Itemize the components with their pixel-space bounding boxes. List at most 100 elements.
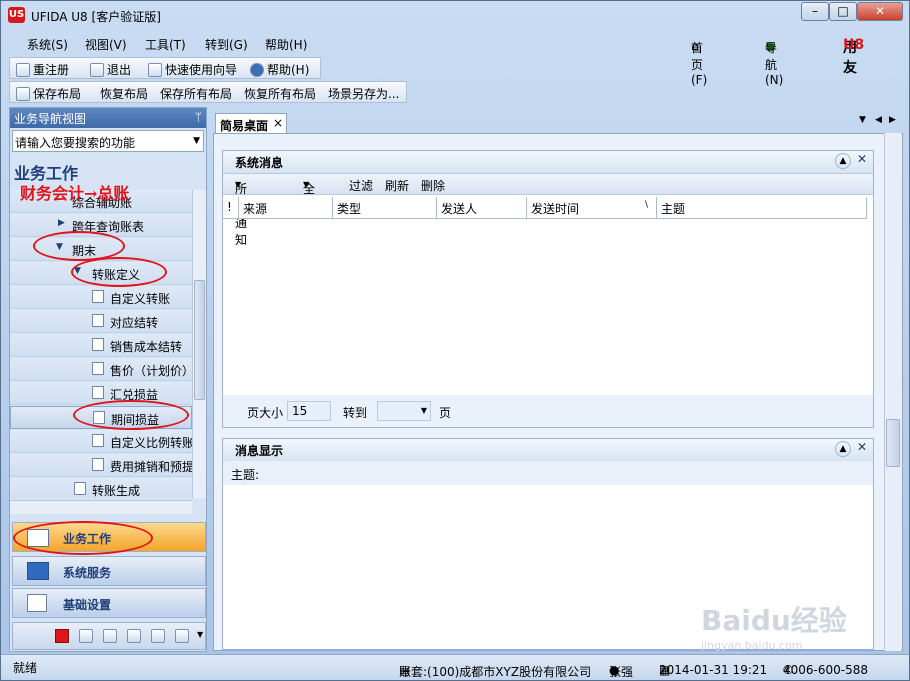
tab-prev-icon[interactable]: ◀ xyxy=(875,115,882,125)
tab-simple-desktop[interactable]: 简易桌面 × xyxy=(215,113,287,133)
scroll-thumb[interactable] xyxy=(194,280,205,400)
system-service-button[interactable]: 系统服务 xyxy=(12,556,206,586)
status-ready: 就绪 xyxy=(13,661,38,675)
nav-hscrollbar[interactable] xyxy=(10,500,192,514)
menu-help[interactable]: 帮助(H) xyxy=(265,36,307,53)
document-icon xyxy=(92,290,104,303)
document-icon xyxy=(92,338,104,351)
tree-item-custom-transfer[interactable]: 自定义转账 xyxy=(10,286,192,309)
pin-icon[interactable]: ᛘ xyxy=(195,110,202,124)
col-sender[interactable]: 发送人 xyxy=(437,197,527,219)
app-window: US UFIDA U8 [客户验证版] – □ ✕ 系统(S) 视图(V) 工具… xyxy=(0,0,910,681)
collapse-pane-icon[interactable]: ▲ xyxy=(835,153,851,169)
menu-view[interactable]: 视图(V) xyxy=(85,36,127,53)
tab-next-icon[interactable]: ▶ xyxy=(889,115,896,125)
title-bar: US UFIDA U8 [客户验证版] – □ ✕ xyxy=(1,1,909,29)
tab-close-icon[interactable]: × xyxy=(273,116,283,130)
page-size-input[interactable]: 15 xyxy=(287,401,331,421)
annotation-circle-period-pl xyxy=(73,400,189,430)
page-label: 页 xyxy=(439,406,452,420)
tree-item-amortize[interactable]: 费用摊销和预提 xyxy=(10,454,192,477)
page-size-label: 页大小 xyxy=(247,406,284,420)
window-icon[interactable] xyxy=(151,629,165,643)
pager: 页大小 15 转到 ▼ 页 xyxy=(223,395,873,427)
messages-header: 系统消息 ▲ ✕ xyxy=(223,151,873,173)
close-pane-icon[interactable]: ✕ xyxy=(857,152,867,166)
col-type[interactable]: 类型 xyxy=(333,197,437,219)
tree-item-corresponding[interactable]: 对应结转 xyxy=(10,310,192,333)
menu-goto[interactable]: 转到(G) xyxy=(205,36,248,53)
tab-list-icon[interactable]: ▼ xyxy=(859,115,866,125)
help-icon xyxy=(250,63,264,77)
dropdown-icon: ▼ xyxy=(420,406,427,415)
scroll-thumb[interactable] xyxy=(886,419,900,467)
system-messages-pane: 系统消息 ▲ ✕ 所有通知 ▼ 全部 ▼ 过滤 刷新 删除 ! 来源 类型 发送… xyxy=(222,150,874,428)
close-pane-icon[interactable]: ✕ xyxy=(857,440,867,454)
tree-item-sale-price[interactable]: 售价（计划价） xyxy=(10,358,192,381)
guide-icon xyxy=(148,63,162,77)
messages-filter-bar: 所有通知 ▼ 全部 ▼ 过滤 刷新 删除 xyxy=(223,173,873,247)
menu-tools[interactable]: 工具(T) xyxy=(145,36,186,53)
nav-scrollbar[interactable] xyxy=(192,190,206,498)
tree-icon[interactable] xyxy=(127,629,141,643)
chevron-down-icon[interactable]: ▼ xyxy=(197,630,203,639)
exit-icon xyxy=(90,63,104,77)
app-logo: US xyxy=(8,7,25,23)
chat-icon[interactable] xyxy=(79,629,93,643)
subject-row: 主题: xyxy=(223,461,873,485)
goto-select[interactable]: ▼ xyxy=(377,401,431,421)
col-subject[interactable]: 主题 xyxy=(657,197,867,219)
tree-item-transfer-gen[interactable]: 转账生成 xyxy=(10,478,192,498)
tree-item-custom-ratio[interactable]: 自定义比例转账 xyxy=(10,430,192,453)
nav-header: 业务导航视图 ᛘ xyxy=(10,108,206,128)
nav-mini-toolbar: ▼ xyxy=(12,622,206,650)
toolbar-layout: 保存布局 恢复布局 保存所有布局 恢复所有布局 场景另存为... xyxy=(9,81,407,103)
doc-icon[interactable] xyxy=(103,629,117,643)
basic-settings-button[interactable]: 基础设置 xyxy=(12,588,206,618)
minimize-button[interactable]: – xyxy=(801,2,829,21)
menu-system[interactable]: 系统(S) xyxy=(27,36,68,53)
save-icon xyxy=(16,87,30,101)
annotation-circle-business xyxy=(13,521,153,555)
grid-icon[interactable] xyxy=(55,629,69,643)
col-send-time[interactable]: 发送时间 \ xyxy=(527,197,657,219)
scene-save-as-button[interactable]: 场景另存为... xyxy=(328,85,399,102)
relogin-button[interactable]: 重注册 xyxy=(16,61,69,78)
close-button[interactable]: ✕ xyxy=(857,2,903,21)
content-scrollbar[interactable] xyxy=(884,133,901,651)
expand-icon: ▶ xyxy=(58,218,65,228)
goto-label: 转到 xyxy=(343,406,368,420)
tab-bar: 简易桌面 × ▼ ◀ ▶ xyxy=(213,111,903,133)
nav-panel: 业务导航视图 ᛘ 请输入您要搜索的功能 ▼ 业务工作 财务会计→总账 综合辅助账 ▶… xyxy=(9,107,207,652)
document-icon xyxy=(92,458,104,471)
filter-button[interactable]: 过滤 xyxy=(349,177,373,194)
tree-item-sales-cost[interactable]: 销售成本结转 xyxy=(10,334,192,357)
dropdown-icon[interactable]: ▼ xyxy=(193,136,200,146)
display-header: 消息显示 ▲ ✕ xyxy=(223,439,873,461)
watermark: Baidu经验 jingyan.baidu.com xyxy=(701,604,847,652)
restore-layout-button[interactable]: 恢复布局 xyxy=(100,85,148,102)
maximize-button[interactable]: □ xyxy=(829,2,857,21)
help-button[interactable]: 帮助(H) xyxy=(250,61,309,78)
dropdown-icon: ▼ xyxy=(303,180,310,189)
save-all-layout-button[interactable]: 保存所有布局 xyxy=(160,85,232,102)
document-icon xyxy=(92,386,104,399)
monitor-icon xyxy=(27,562,49,580)
guide-button[interactable]: 快速使用向导 xyxy=(148,61,237,78)
col-source[interactable]: 来源 xyxy=(239,197,333,219)
dropdown-icon: ▼ xyxy=(235,180,242,189)
document-icon xyxy=(92,362,104,375)
window-title: UFIDA U8 [客户验证版] xyxy=(31,10,161,24)
document-icon xyxy=(92,314,104,327)
save-layout-button[interactable]: 保存布局 xyxy=(16,85,81,102)
exit-button[interactable]: 退出 xyxy=(90,61,131,78)
collapse-pane-icon[interactable]: ▲ xyxy=(835,441,851,457)
photo-icon[interactable] xyxy=(175,629,189,643)
col-flag[interactable]: ! xyxy=(223,197,239,219)
restore-all-layout-button[interactable]: 恢复所有布局 xyxy=(244,85,316,102)
annotation-text: 财务会计→总账 xyxy=(20,184,130,203)
delete-button[interactable]: 删除 xyxy=(421,177,445,194)
refresh-button[interactable]: 刷新 xyxy=(385,177,409,194)
gear-icon xyxy=(27,594,47,612)
nav-search-input[interactable]: 请输入您要搜索的功能 ▼ xyxy=(12,130,204,152)
